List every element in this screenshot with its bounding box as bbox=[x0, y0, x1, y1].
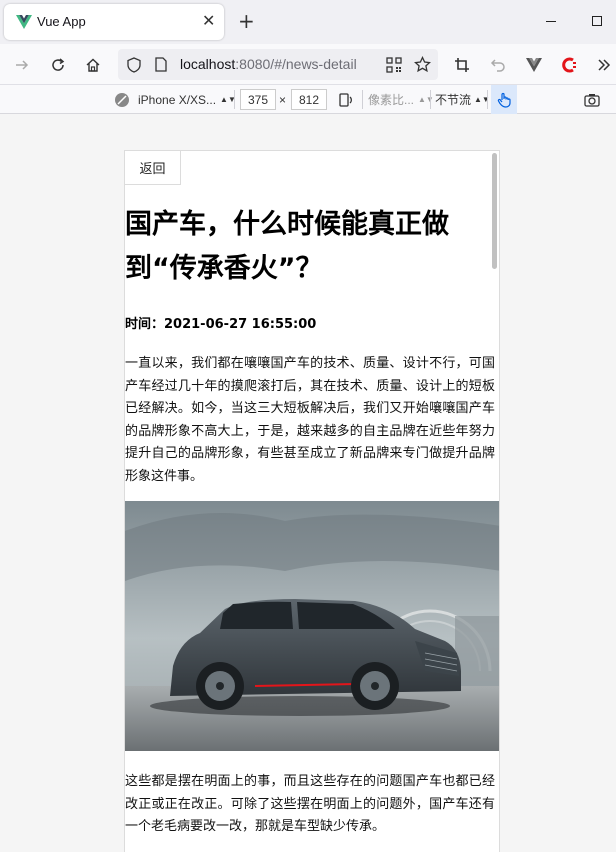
home-icon[interactable] bbox=[81, 44, 105, 85]
qr-code-icon[interactable] bbox=[382, 44, 406, 85]
device-select[interactable]: iPhone X/XS... ▲▼ bbox=[138, 85, 236, 114]
article-title: 国产车，什么时候能真正做到“传承香火”？ bbox=[125, 209, 449, 284]
scrollbar[interactable] bbox=[492, 153, 497, 269]
article-paragraph-1: 一直以来，我们都在嚷嚷国产车的技术、质量、设计不行，可国产车经过几十年的摸爬滚打… bbox=[125, 356, 495, 484]
forward-icon[interactable] bbox=[10, 44, 34, 85]
width-input[interactable]: 375 bbox=[240, 89, 276, 110]
divider bbox=[234, 90, 235, 109]
shield-icon[interactable] bbox=[127, 57, 141, 73]
navigation-toolbar: localhost:8080/#/news-detail bbox=[0, 44, 616, 85]
device-frame: 返回 国产车，什么时候能真正做到“传承香火”？ 时间：2021-06-27 16… bbox=[124, 150, 500, 852]
screenshot-icon[interactable] bbox=[584, 85, 600, 114]
bookmark-star-icon[interactable] bbox=[410, 44, 434, 85]
url-host: localhost bbox=[180, 56, 236, 72]
new-tab-button[interactable]: + bbox=[238, 9, 255, 33]
times-symbol: × bbox=[279, 92, 287, 107]
maximize-icon[interactable] bbox=[592, 16, 602, 26]
minimize-icon[interactable] bbox=[546, 21, 556, 22]
back-button[interactable]: 返回 bbox=[125, 151, 181, 185]
crop-icon[interactable] bbox=[450, 44, 474, 85]
throttling-select[interactable]: 不节流 ▲▼ bbox=[435, 85, 490, 114]
touch-simulation-icon[interactable] bbox=[491, 85, 517, 114]
close-tab-icon[interactable]: ✕ bbox=[202, 11, 215, 30]
url-path: :8080/#/news-detail bbox=[235, 56, 357, 72]
url-text: localhost:8080/#/news-detail bbox=[180, 56, 357, 72]
article-time: 时间：2021-06-27 16:55:00 bbox=[125, 317, 317, 332]
undo-icon[interactable] bbox=[486, 44, 510, 85]
page-icon[interactable] bbox=[155, 57, 167, 72]
car-photo bbox=[125, 501, 499, 751]
divider bbox=[362, 90, 363, 109]
browser-tab[interactable]: Vue App ✕ bbox=[4, 4, 224, 40]
divider bbox=[487, 90, 488, 109]
extension-c-icon[interactable] bbox=[558, 44, 582, 85]
divider bbox=[430, 90, 431, 109]
throttling-label: 不节流 bbox=[435, 93, 472, 107]
pixel-ratio-label: 像素比... bbox=[368, 93, 415, 107]
pixel-ratio-select[interactable]: 像素比... ▲▼ bbox=[368, 85, 434, 114]
rotate-icon[interactable] bbox=[338, 85, 354, 114]
reload-icon[interactable] bbox=[46, 44, 70, 85]
responsive-viewport: 返回 国产车，什么时候能真正做到“传承香火”？ 时间：2021-06-27 16… bbox=[0, 114, 616, 852]
select-arrows-icon: ▲▼ bbox=[418, 95, 434, 104]
article-paragraph-2: 这些都是摆在明面上的事，而且这些存在的问题国产车也都已经改正或正在改正。可除了这… bbox=[125, 774, 495, 834]
overflow-chevron-icon[interactable] bbox=[592, 44, 616, 85]
vue-devtools-icon[interactable] bbox=[522, 44, 546, 85]
tab-strip: Vue App ✕ + bbox=[0, 0, 616, 44]
responsive-design-toolbar: iPhone X/XS... ▲▼ 375 × 812 像素比... ▲▼ 不节… bbox=[0, 85, 616, 114]
device-icon bbox=[114, 85, 130, 114]
vue-logo-icon bbox=[16, 15, 32, 29]
tab-title: Vue App bbox=[37, 14, 86, 29]
device-select-label: iPhone X/XS... bbox=[138, 92, 217, 107]
height-input[interactable]: 812 bbox=[291, 89, 327, 110]
